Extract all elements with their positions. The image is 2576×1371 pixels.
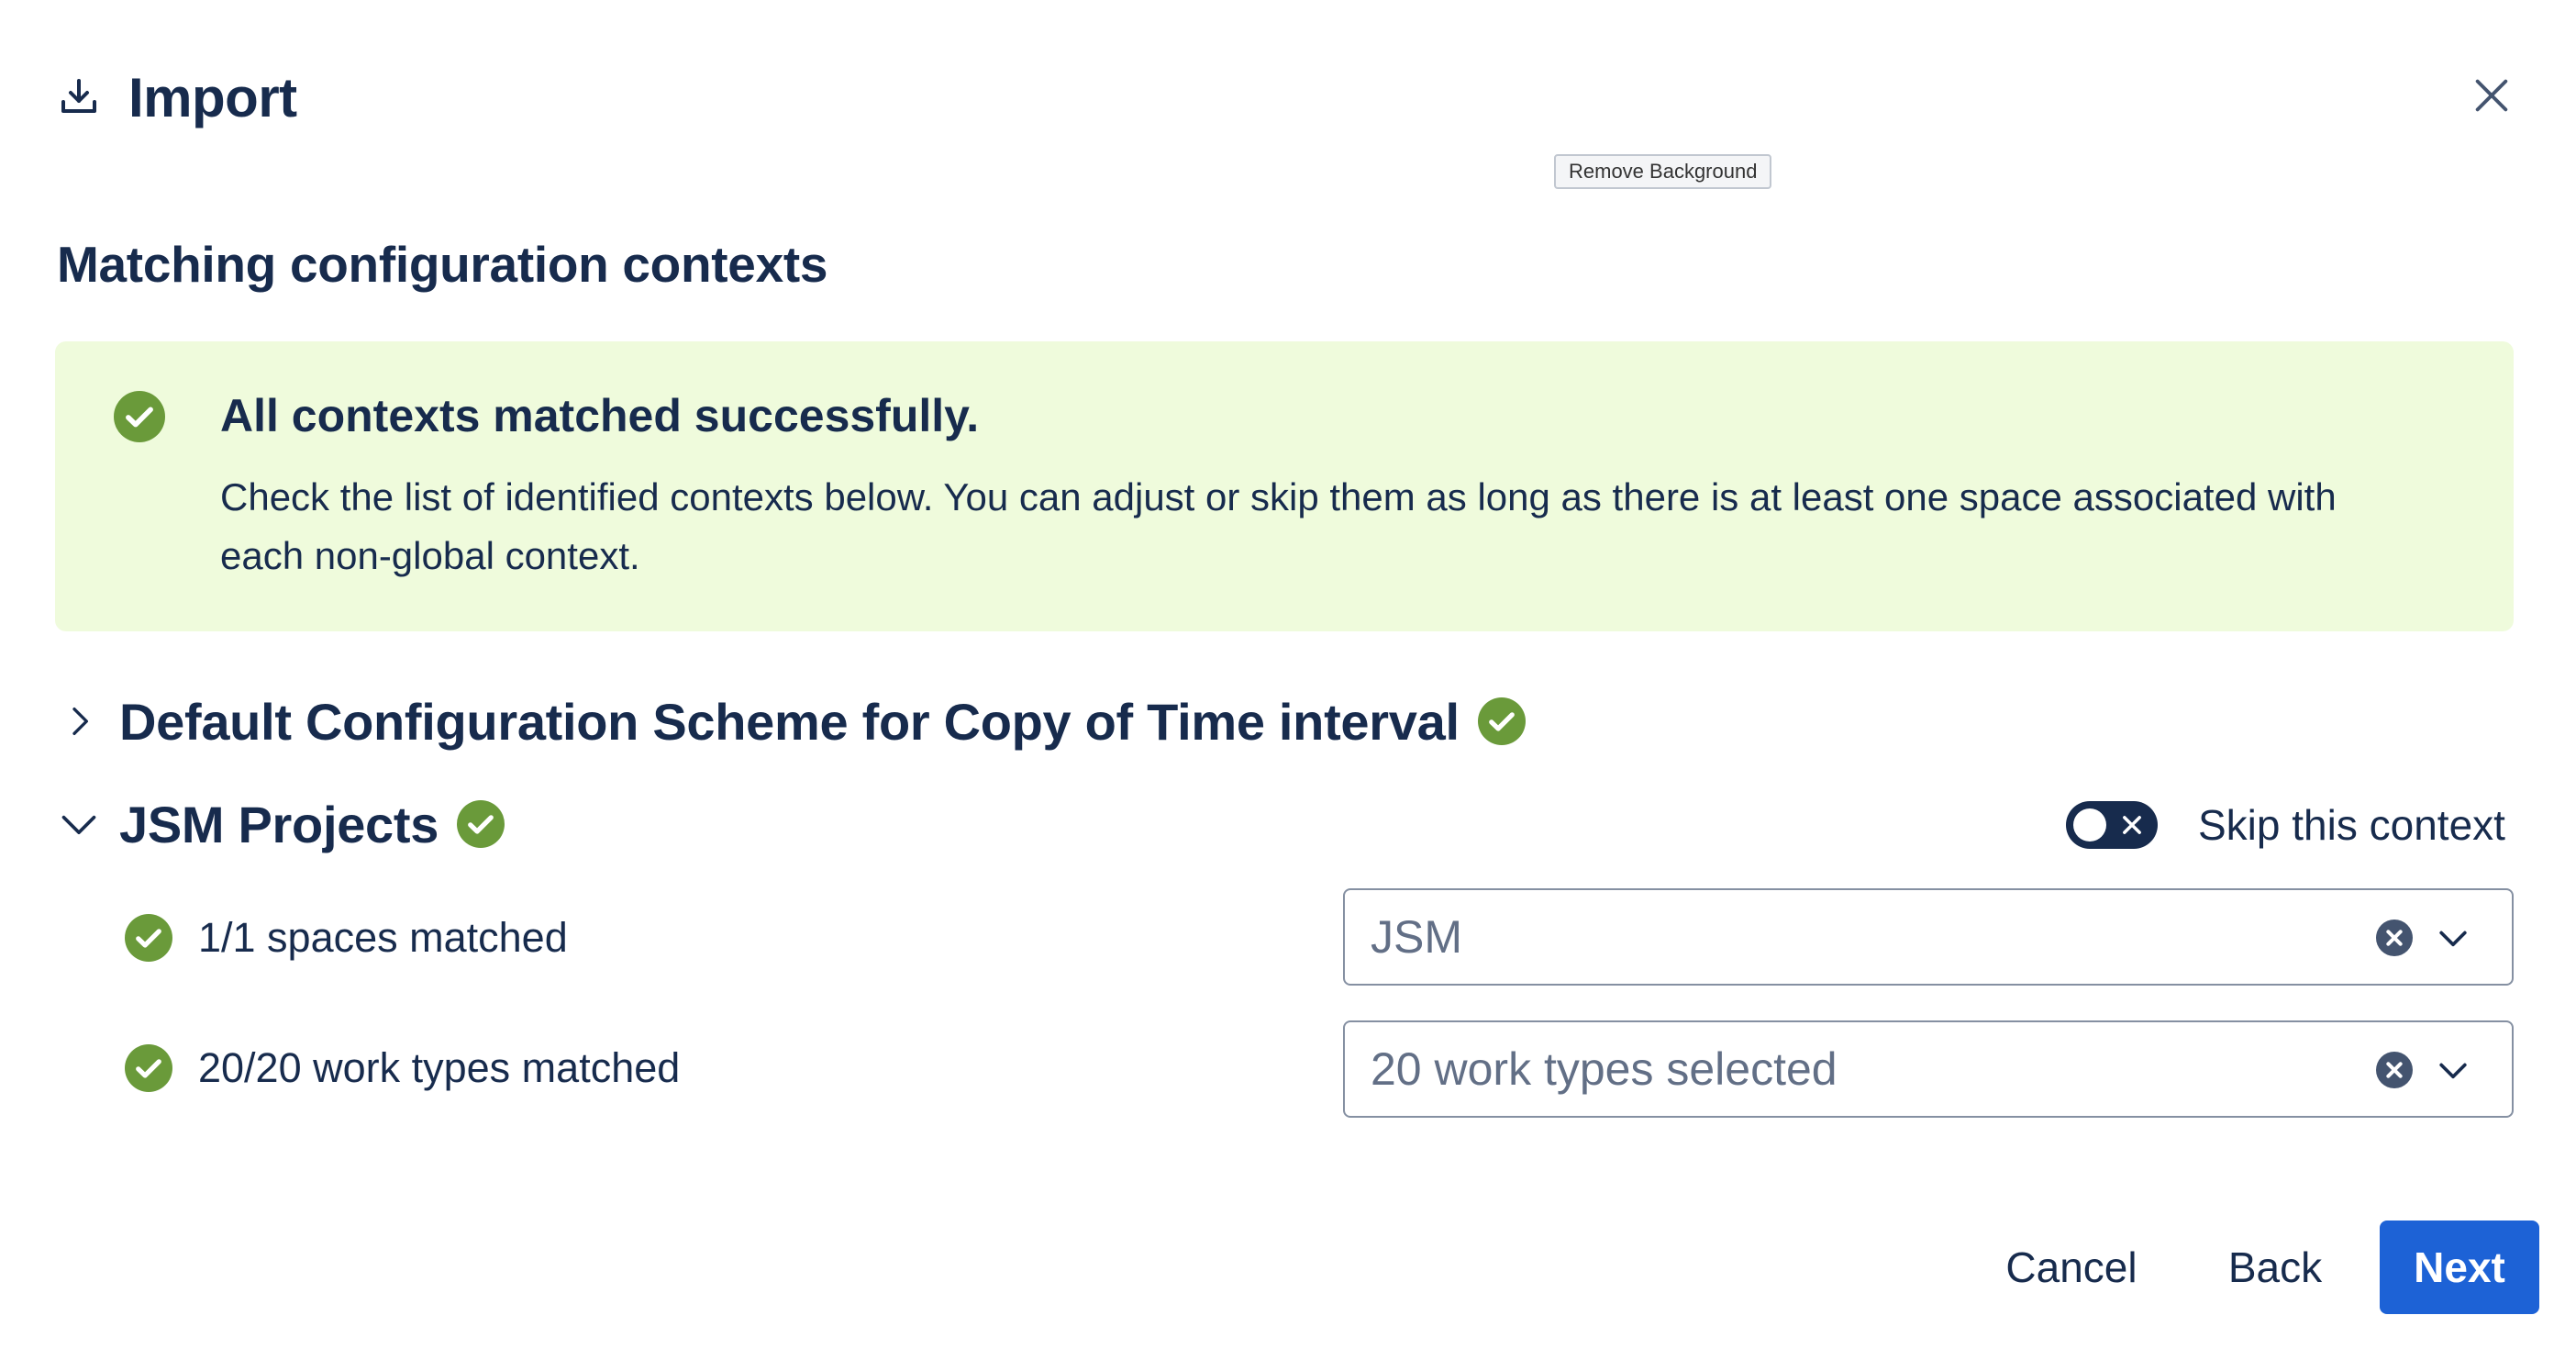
success-banner: All contexts matched successfully. Check… [55,341,2514,631]
chevron-down-icon[interactable] [55,800,103,848]
close-button[interactable] [2466,70,2517,121]
cancel-button[interactable]: Cancel [1991,1221,2152,1314]
work-types-match-label: 20/20 work types matched [198,1044,681,1091]
remove-background-tooltip: Remove Background [1554,154,1772,189]
clear-circle-icon[interactable] [2376,1052,2413,1088]
download-icon [55,73,103,121]
chevron-down-icon[interactable] [2433,1050,2473,1090]
spaces-match-label: 1/1 spaces matched [198,914,568,961]
check-circle-icon [125,1044,172,1092]
check-circle-icon [1477,697,1526,745]
chevron-down-icon[interactable] [2433,918,2473,958]
dialog-header: Import [55,61,297,134]
next-button[interactable]: Next [2380,1221,2539,1314]
check-circle-icon [114,391,165,447]
back-button[interactable]: Back [2205,1221,2345,1314]
spaces-match-row: 1/1 spaces matched [125,910,568,965]
spaces-select[interactable]: JSM [1343,888,2514,986]
dialog-title: Import [128,66,297,128]
skip-context-control: Skip this context [2066,797,2505,853]
section-heading: Matching configuration contexts [57,236,828,293]
context-row-jsm-projects[interactable]: JSM Projects [55,787,505,861]
context-title: JSM Projects [119,795,439,853]
work-types-match-row: 20/20 work types matched [125,1041,680,1096]
work-types-select[interactable]: 20 work types selected [1343,1020,2514,1118]
context-row-default-configuration[interactable]: Default Configuration Scheme for Copy of… [55,685,1526,758]
spaces-select-value: JSM [1371,911,1462,963]
toggle-knob [2073,808,2106,842]
work-types-select-value: 20 work types selected [1371,1043,1838,1095]
chevron-right-icon[interactable] [55,697,103,745]
clear-circle-icon[interactable] [2376,920,2413,956]
skip-context-label: Skip this context [2198,801,2505,849]
skip-context-toggle[interactable] [2066,801,2158,849]
context-title: Default Configuration Scheme for Copy of… [119,692,1460,751]
banner-title: All contexts matched successfully. [220,390,980,441]
banner-body: Check the list of identified contexts be… [220,475,2337,577]
import-dialog: Import Remove Background Matching config… [0,0,2576,1371]
check-circle-icon [457,800,505,848]
check-circle-icon [125,914,172,962]
close-icon [2123,816,2141,834]
close-icon [2475,79,2508,112]
